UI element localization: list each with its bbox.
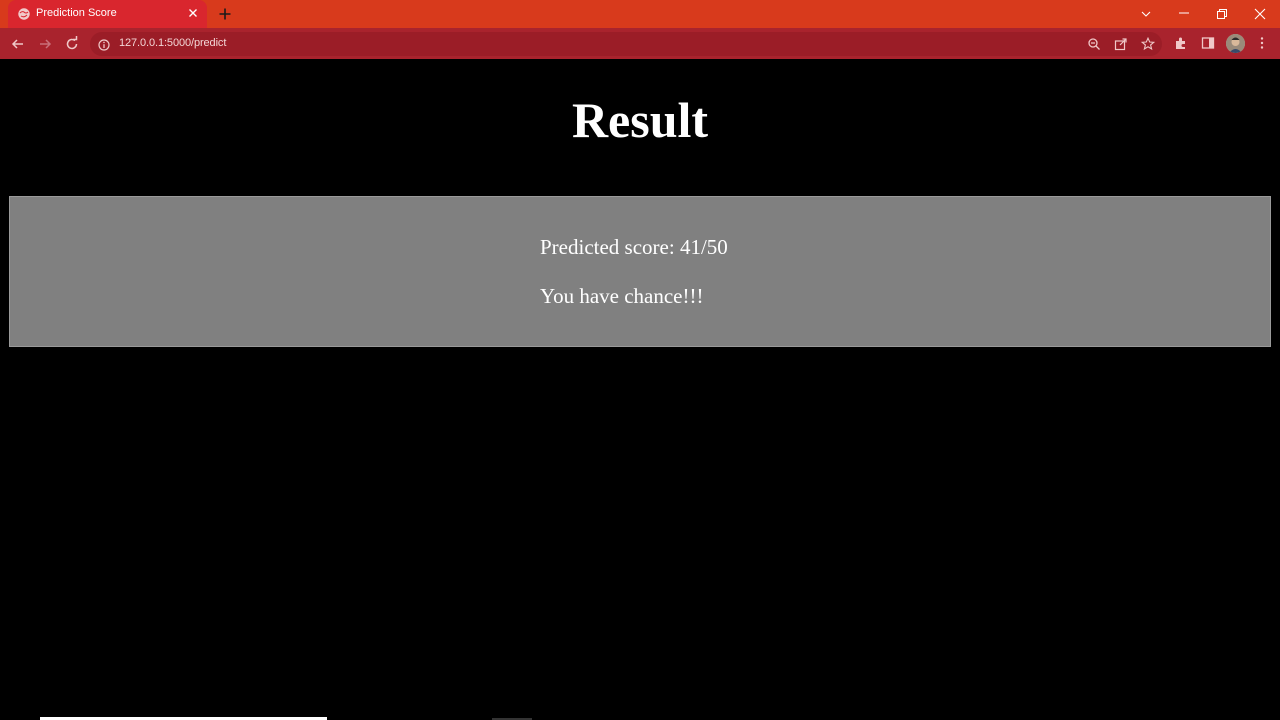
tab-title: Prediction Score	[36, 7, 117, 19]
globe-icon	[18, 7, 30, 20]
result-panel: Predicted score: 41/50 You have chance!!…	[9, 196, 1271, 347]
side-panel-icon[interactable]	[1201, 36, 1215, 50]
back-arrow-icon[interactable]	[9, 35, 27, 53]
tab-strip: Prediction Score	[0, 0, 1280, 28]
extensions-puzzle-icon[interactable]	[1174, 36, 1188, 50]
page-title: Result	[571, 92, 709, 148]
url-text: 127.0.0.1:5000/predict	[119, 37, 227, 49]
close-window-icon[interactable]	[1241, 0, 1279, 28]
address-bar[interactable]: 127.0.0.1:5000/predict	[90, 32, 1162, 56]
forward-arrow-icon[interactable]	[36, 35, 54, 53]
minimize-icon[interactable]	[1165, 0, 1203, 28]
reload-icon[interactable]	[63, 35, 81, 53]
new-tab-icon[interactable]	[216, 5, 234, 23]
zoom-icon[interactable]	[1087, 37, 1101, 51]
predicted-score-text: Predicted score: 41/50	[540, 235, 728, 259]
result-message: You have chance!!!	[540, 284, 704, 308]
close-tab-icon[interactable]	[186, 6, 200, 20]
page-content: Result Predicted score: 41/50 You have c…	[0, 59, 1280, 720]
restore-icon[interactable]	[1203, 0, 1241, 28]
profile-avatar[interactable]	[1226, 34, 1245, 53]
browser-toolbar: 127.0.0.1:5000/predict	[0, 28, 1280, 59]
site-info-icon[interactable]	[98, 38, 110, 51]
tab-prediction-score[interactable]: Prediction Score	[8, 0, 207, 28]
more-menu-icon[interactable]	[1255, 36, 1269, 50]
share-icon[interactable]	[1114, 37, 1128, 51]
tab-search-icon[interactable]	[1127, 0, 1165, 28]
bookmark-star-icon[interactable]	[1140, 36, 1156, 51]
